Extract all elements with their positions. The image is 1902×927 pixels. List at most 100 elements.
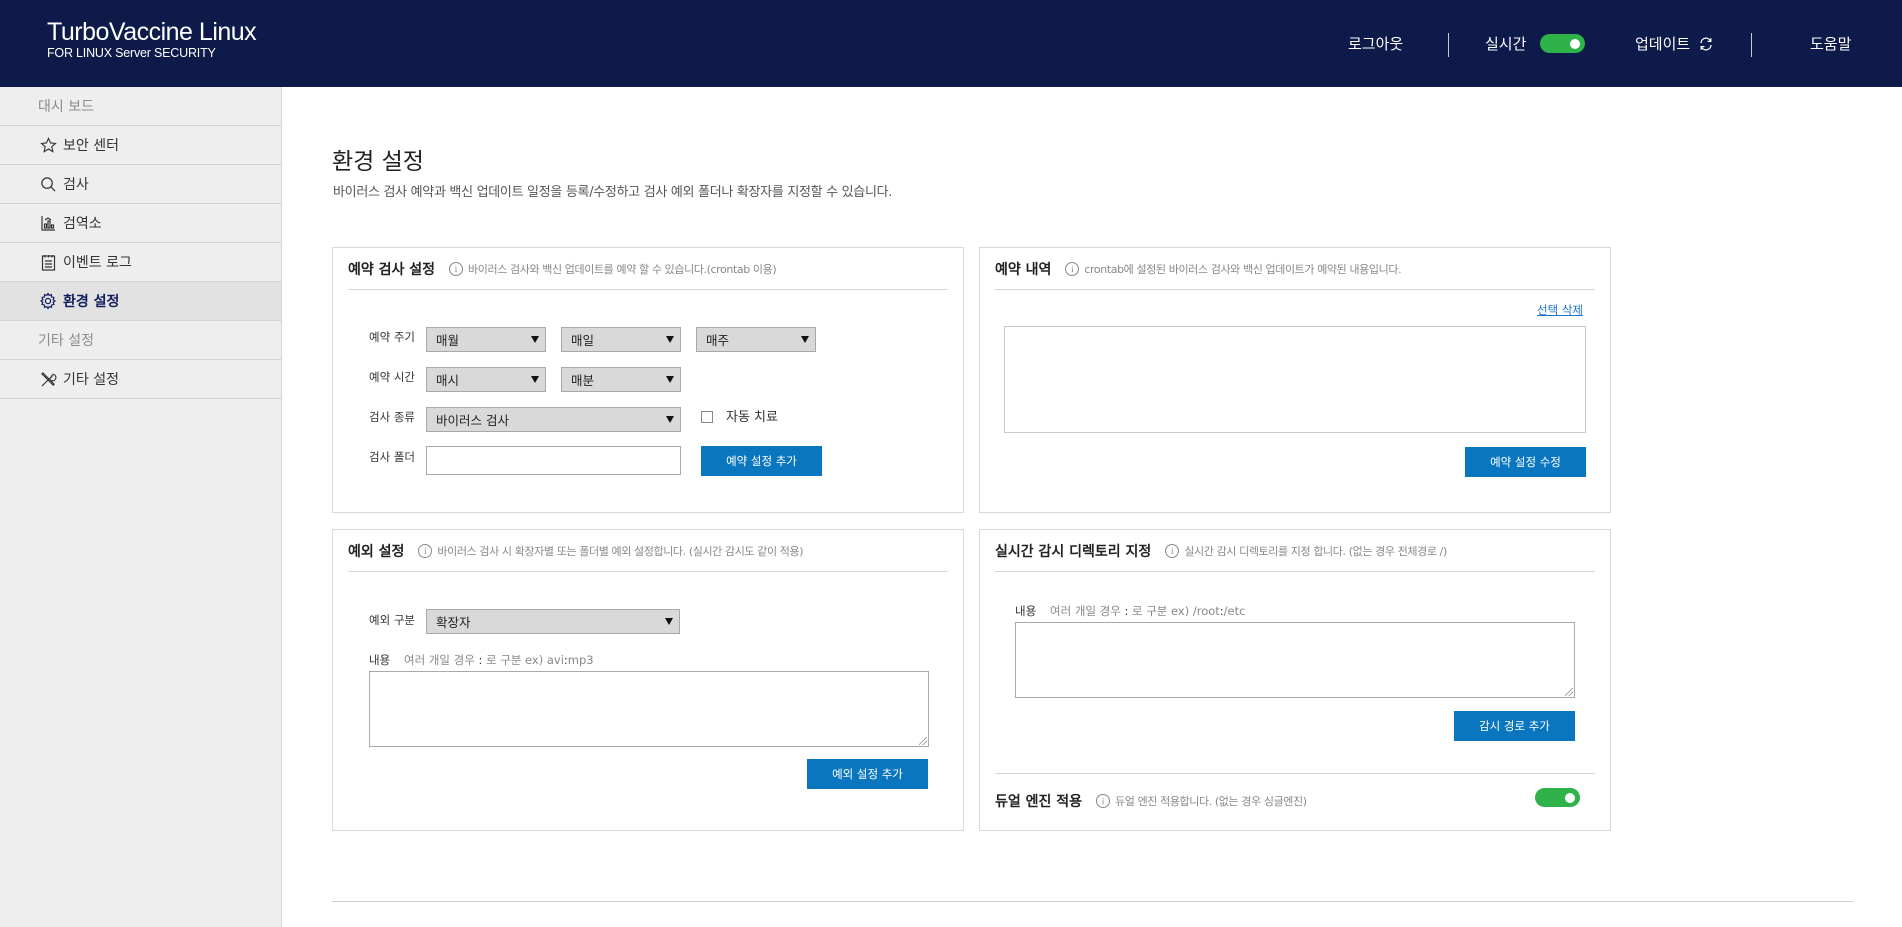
select-value: 매월 <box>436 333 460 348</box>
sidebar-item-label: 검사 <box>63 177 89 193</box>
resize-handle[interactable] <box>919 737 927 745</box>
sidebar-item-quarantine[interactable]: 검역소 <box>0 204 281 243</box>
chevron-down-icon <box>666 376 674 383</box>
chevron-down-icon <box>666 336 674 343</box>
info-icon: i <box>1065 261 1080 276</box>
sidebar-item-label: 환경 설정 <box>63 294 120 310</box>
quarantine-icon <box>39 214 57 232</box>
info-icon: i <box>1096 794 1111 808</box>
sidebar-section-other[interactable]: 기타 설정 <box>0 321 281 360</box>
scan-type-label: 검사 종류 <box>369 410 415 424</box>
exception-content-textarea[interactable] <box>369 671 929 747</box>
sidebar-item-label: 검역소 <box>63 216 102 232</box>
resize-handle[interactable] <box>1565 688 1573 696</box>
period-label: 예약 주기 <box>369 330 415 344</box>
select-value: 매시 <box>436 373 460 388</box>
sidebar-section-dashboard[interactable]: 대시 보드 <box>0 87 281 126</box>
scan-folder-label: 검사 폴더 <box>369 450 415 464</box>
header-divider <box>1448 33 1449 57</box>
sidebar: 대시 보드 보안 센터 검사 검역소 이벤트 로그 환경 설정 기타 설정 기타… <box>0 87 282 927</box>
gear-icon <box>39 292 57 310</box>
page-description: 바이러스 검사 예약과 백신 업데이트 일정을 등록/수정하고 검사 예외 폴더… <box>333 185 893 200</box>
time-hour-select[interactable]: 매시 <box>426 367 546 392</box>
select-value: 확장자 <box>436 615 471 630</box>
info-icon: i <box>418 543 433 558</box>
dual-engine-desc: 듀얼 엔진 적용합니다. (없는 경우 싱글엔진) <box>1115 795 1307 808</box>
update-button[interactable]: 업데이트 <box>1635 0 1714 87</box>
history-panel-desc: crontab에 설정된 바이러스 검사와 백신 업데이트가 예약된 내용입니다… <box>1084 262 1402 276</box>
scan-folder-input[interactable] <box>426 446 681 475</box>
sidebar-section-label: 대시 보드 <box>38 99 94 115</box>
hint-text: mp3 <box>567 653 594 667</box>
hint-separator: : <box>478 653 483 667</box>
brand-logo[interactable]: TurboVaccine Linux FOR LINUX Server SECU… <box>47 18 257 60</box>
hint-text: 여러 개일 경우 <box>404 653 475 667</box>
chevron-down-icon <box>531 336 539 343</box>
schedule-panel-desc: 바이러스 검사와 백신 업데이트를 예약 할 수 있습니다.(crontab 이… <box>468 262 777 276</box>
dual-engine-title: 듀얼 엔진 적용 <box>995 794 1083 810</box>
header-divider <box>1751 33 1752 57</box>
sidebar-item-label: 이벤트 로그 <box>63 255 132 271</box>
hint-text: 로 구분 ex) avi <box>485 653 564 667</box>
add-schedule-button[interactable]: 예약 설정 추가 <box>701 446 822 476</box>
add-watch-path-button[interactable]: 감시 경로 추가 <box>1454 711 1575 741</box>
hint-text: /etc <box>1223 604 1246 618</box>
sidebar-item-event-log[interactable]: 이벤트 로그 <box>0 243 281 282</box>
schedule-list[interactable] <box>1004 326 1586 433</box>
refresh-icon <box>1698 36 1714 52</box>
sidebar-section-label: 기타 설정 <box>38 333 94 349</box>
realtime-toggle[interactable] <box>1540 34 1586 53</box>
exception-panel-header: 예외 설정 i 바이러스 검사 시 확장자별 또는 폴더별 예외 설정합니다. … <box>348 530 948 572</box>
chevron-down-icon <box>666 416 674 423</box>
sidebar-item-settings[interactable]: 환경 설정 <box>0 282 281 321</box>
add-exception-button[interactable]: 예외 설정 추가 <box>807 759 928 789</box>
exception-type-select[interactable]: 확장자 <box>426 609 680 634</box>
select-value: 매주 <box>706 333 730 348</box>
schedule-panel-header: 예약 검사 설정 i 바이러스 검사와 백신 업데이트를 예약 할 수 있습니다… <box>348 248 948 290</box>
period-week-select[interactable]: 매주 <box>696 327 816 352</box>
delete-selected-link[interactable]: 선택 삭제 <box>1537 302 1583 318</box>
schedule-panel-title: 예약 검사 설정 <box>348 261 436 278</box>
info-icon: i <box>449 261 464 276</box>
logout-label: 로그아웃 <box>1348 35 1404 53</box>
period-month-select[interactable]: 매월 <box>426 327 546 352</box>
app-subtitle: FOR LINUX Server SECURITY <box>47 46 216 60</box>
search-icon <box>39 175 57 193</box>
app-title: TurboVaccine Linux <box>47 18 257 46</box>
realtime-dir-panel-desc: 실시간 감시 디렉토리를 지정 합니다. (없는 경우 전체경로 /) <box>1184 544 1447 558</box>
schedule-history-panel: 예약 내역 i crontab에 설정된 바이러스 검사와 백신 업데이트가 예… <box>979 247 1611 513</box>
hint-text: 여러 개일 경우 <box>1050 604 1121 618</box>
period-day-select[interactable]: 매일 <box>561 327 681 352</box>
dual-engine-toggle[interactable] <box>1535 788 1580 807</box>
update-label: 업데이트 <box>1635 35 1691 53</box>
realtime-dir-content-hint: 여러 개일 경우 : 로 구분 ex) /root:/etc <box>1050 603 1245 619</box>
history-panel-title: 예약 내역 <box>995 261 1052 278</box>
sidebar-item-scan[interactable]: 검사 <box>0 165 281 204</box>
auto-treat-checkbox[interactable] <box>701 411 713 423</box>
realtime-label: 실시간 <box>1485 35 1527 53</box>
logout-link[interactable]: 로그아웃 <box>1348 0 1403 87</box>
help-label: 도움말 <box>1810 35 1852 53</box>
time-minute-select[interactable]: 매분 <box>561 367 681 392</box>
select-value: 바이러스 검사 <box>436 413 509 428</box>
auto-treat-label: 자동 치료 <box>726 410 778 425</box>
sidebar-item-security-center[interactable]: 보안 센터 <box>0 126 281 165</box>
realtime-dir-panel: 실시간 감시 디렉토리 지정 i 실시간 감시 디렉토리를 지정 합니다. (없… <box>979 529 1611 831</box>
edit-schedule-button[interactable]: 예약 설정 수정 <box>1465 447 1586 477</box>
exception-type-label: 예외 구분 <box>369 613 415 627</box>
sidebar-item-label: 보안 센터 <box>63 138 119 154</box>
star-icon <box>39 136 57 154</box>
top-header: TurboVaccine Linux FOR LINUX Server SECU… <box>0 0 1902 87</box>
select-value: 매분 <box>571 373 595 388</box>
help-link[interactable]: 도움말 <box>1810 0 1851 87</box>
tools-icon <box>39 370 57 388</box>
realtime-dir-panel-header: 실시간 감시 디렉토리 지정 i 실시간 감시 디렉토리를 지정 합니다. (없… <box>995 530 1595 572</box>
realtime-dir-content-label: 내용 <box>1015 604 1037 618</box>
chevron-down-icon <box>531 376 539 383</box>
chevron-down-icon <box>665 618 673 625</box>
scan-type-select[interactable]: 바이러스 검사 <box>426 407 681 432</box>
select-value: 매일 <box>571 333 595 348</box>
schedule-panel: 예약 검사 설정 i 바이러스 검사와 백신 업데이트를 예약 할 수 있습니다… <box>332 247 964 513</box>
sidebar-item-other-settings[interactable]: 기타 설정 <box>0 360 281 399</box>
realtime-dir-textarea[interactable] <box>1015 622 1575 698</box>
